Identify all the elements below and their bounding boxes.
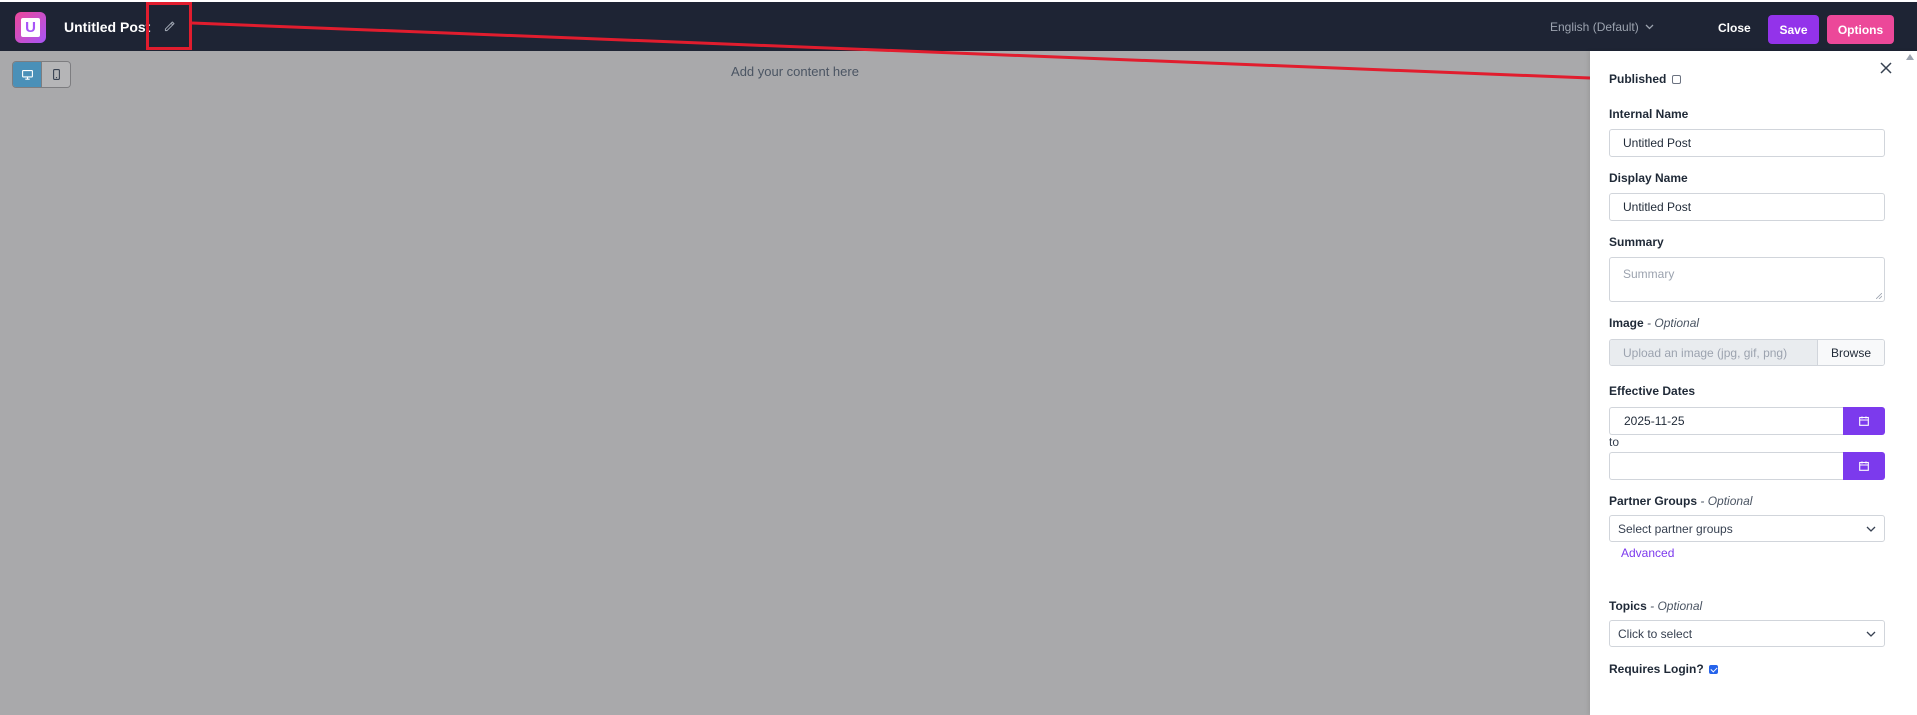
requires-login-field: Requires Login? <box>1609 662 1719 676</box>
topics-select[interactable]: Click to select <box>1609 620 1885 647</box>
display-name-input[interactable]: Untitled Post <box>1609 193 1885 221</box>
published-label: Published <box>1609 72 1667 86</box>
chevron-down-icon <box>1866 631 1876 637</box>
partner-groups-select[interactable]: Select partner groups <box>1609 515 1885 542</box>
close-icon[interactable] <box>1879 61 1893 75</box>
summary-textarea[interactable]: Summary <box>1609 257 1885 302</box>
requires-login-checkbox[interactable] <box>1709 665 1719 675</box>
page-title: Untitled Post <box>64 19 151 35</box>
image-upload: Upload an image (jpg, gif, png) Browse <box>1609 339 1885 366</box>
end-date-row <box>1609 452 1885 480</box>
topics-field-label: Topics - Optional <box>1609 599 1702 613</box>
internal-name-label: Internal Name <box>1609 107 1689 121</box>
published-field: Published <box>1609 72 1681 86</box>
image-upload-field[interactable]: Upload an image (jpg, gif, png) <box>1610 340 1817 365</box>
settings-panel: Published Internal Name Untitled Post Di… <box>1590 51 1917 715</box>
image-field-label: Image - Optional <box>1609 316 1699 330</box>
language-label: English (Default) <box>1550 20 1639 34</box>
logo-letter: U <box>25 19 36 36</box>
app-logo[interactable]: U <box>15 12 46 43</box>
start-date-calendar-button[interactable] <box>1843 407 1885 435</box>
resize-grip-icon[interactable] <box>1876 293 1882 299</box>
save-button[interactable]: Save <box>1768 15 1819 44</box>
end-date-input[interactable] <box>1609 452 1843 480</box>
end-date-calendar-button[interactable] <box>1843 452 1885 480</box>
partner-groups-placeholder: Select partner groups <box>1618 521 1733 536</box>
close-button[interactable]: Close <box>1718 21 1751 35</box>
scroll-up-arrow[interactable] <box>1906 54 1914 60</box>
partner-groups-optional-sep: - <box>1700 494 1708 508</box>
partner-groups-optional: Optional <box>1707 494 1753 508</box>
effective-dates-label: Effective Dates <box>1609 384 1696 398</box>
chevron-down-icon <box>1645 24 1654 30</box>
browse-button[interactable]: Browse <box>1817 340 1884 365</box>
summary-label: Summary <box>1609 235 1664 249</box>
options-button[interactable]: Options <box>1827 15 1894 44</box>
published-checkbox[interactable] <box>1671 75 1681 85</box>
requires-login-label: Requires Login? <box>1609 662 1704 676</box>
start-date-row: 2025-11-25 <box>1609 407 1885 435</box>
language-selector[interactable]: English (Default) <box>1550 20 1654 34</box>
internal-name-input[interactable]: Untitled Post <box>1609 129 1885 157</box>
logo-mark: U <box>21 18 40 37</box>
image-label: Image <box>1609 316 1644 330</box>
calendar-icon <box>1859 416 1869 426</box>
chevron-down-icon <box>1866 526 1876 532</box>
to-label: to <box>1609 435 1620 449</box>
start-date-input[interactable]: 2025-11-25 <box>1609 407 1843 435</box>
advanced-link[interactable]: Advanced <box>1621 546 1674 560</box>
edit-title-button[interactable] <box>146 2 192 50</box>
top-bar: U Untitled Post English (Default) Close … <box>0 2 1917 51</box>
editor-canvas[interactable]: Add your content here <box>0 51 1590 715</box>
topics-placeholder: Click to select <box>1618 626 1693 641</box>
canvas-hint: Add your content here <box>731 64 859 79</box>
display-name-label: Display Name <box>1609 171 1688 185</box>
summary-placeholder: Summary <box>1623 267 1675 281</box>
partner-groups-label: Partner Groups <box>1609 494 1698 508</box>
calendar-icon <box>1859 461 1869 471</box>
pencil-icon <box>164 21 174 31</box>
topics-label: Topics <box>1609 599 1647 613</box>
topics-optional: Optional <box>1657 599 1703 613</box>
image-optional: Optional <box>1654 316 1700 330</box>
partner-groups-field-label: Partner Groups - Optional <box>1609 494 1752 508</box>
